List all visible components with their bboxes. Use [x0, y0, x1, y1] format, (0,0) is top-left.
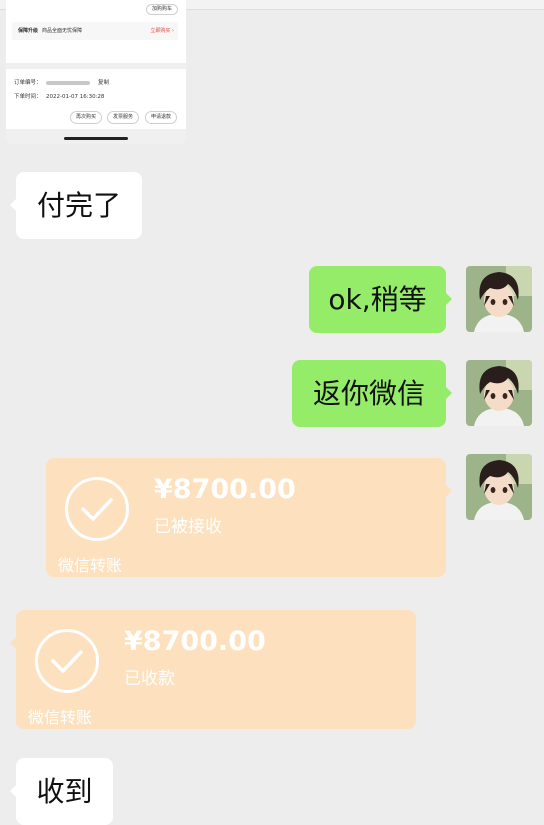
- copy-label: 复制: [98, 80, 110, 86]
- transfer-status: 已收款: [124, 669, 175, 689]
- check-circle-icon: [65, 477, 129, 541]
- service-name: 保障升级: [18, 28, 39, 34]
- message-text: 收到: [36, 775, 93, 808]
- add-to-cart-button: 加购购车: [145, 4, 178, 15]
- avatar[interactable]: [466, 454, 532, 520]
- avatar[interactable]: [466, 360, 532, 426]
- service-upgrade-row: 保障升级 商品全面无忧保障 立即购买 ›: [12, 22, 178, 40]
- transfer-footer: 微信转账: [28, 708, 93, 727]
- order-card-top: 加购购车 保障升级 商品全面无忧保障 立即购买 ›: [6, 0, 186, 63]
- message-bubble-right[interactable]: ok,稍等: [309, 266, 452, 333]
- home-indicator: [64, 137, 128, 140]
- message-bubble-left[interactable]: 付完了: [10, 172, 142, 239]
- message-text: 返你微信: [312, 377, 425, 410]
- invoice-button: 发票服务: [107, 111, 140, 124]
- transfer-amount: ¥8700.00: [124, 626, 266, 657]
- message-bubble-right[interactable]: 返你微信: [292, 360, 452, 427]
- message-bubble-left[interactable]: 收到: [10, 758, 113, 825]
- message-text: ok,稍等: [328, 283, 427, 316]
- order-time-line: 下单时间： 2022-01-07 16:30:28: [14, 94, 105, 100]
- order-screenshot-image[interactable]: 加购购车 保障升级 商品全面无忧保障 立即购买 › 订单编号： 复制 下单时间： 2…: [6, 0, 186, 144]
- rebuy-button: 再次购买: [70, 111, 103, 124]
- transfer-footer: 微信转账: [58, 556, 123, 575]
- transfer-card[interactable]: ¥8700.00 已收款 微信转账: [10, 610, 416, 729]
- transfer-amount: ¥8700.00: [154, 474, 296, 505]
- refund-button: 申请退款: [145, 111, 178, 124]
- transfer-card[interactable]: ¥8700.00 已被接收 微信转账: [46, 458, 452, 577]
- service-link: 立即购买 ›: [150, 28, 174, 34]
- avatar[interactable]: [466, 266, 532, 332]
- order-card-bottom: 订单编号： 复制 下单时间： 2022-01-07 16:30:28 再次购买 发票…: [6, 69, 186, 129]
- check-circle-icon: [35, 629, 99, 693]
- order-time: 2022-01-07 16:30:28: [46, 94, 105, 100]
- service-desc: 商品全面无忧保障: [42, 28, 83, 34]
- message-text: 付完了: [36, 189, 121, 222]
- order-number-line: 订单编号： 复制: [14, 80, 110, 86]
- transfer-status: 已被接收: [154, 517, 222, 537]
- blurred-order-number: [46, 80, 90, 85]
